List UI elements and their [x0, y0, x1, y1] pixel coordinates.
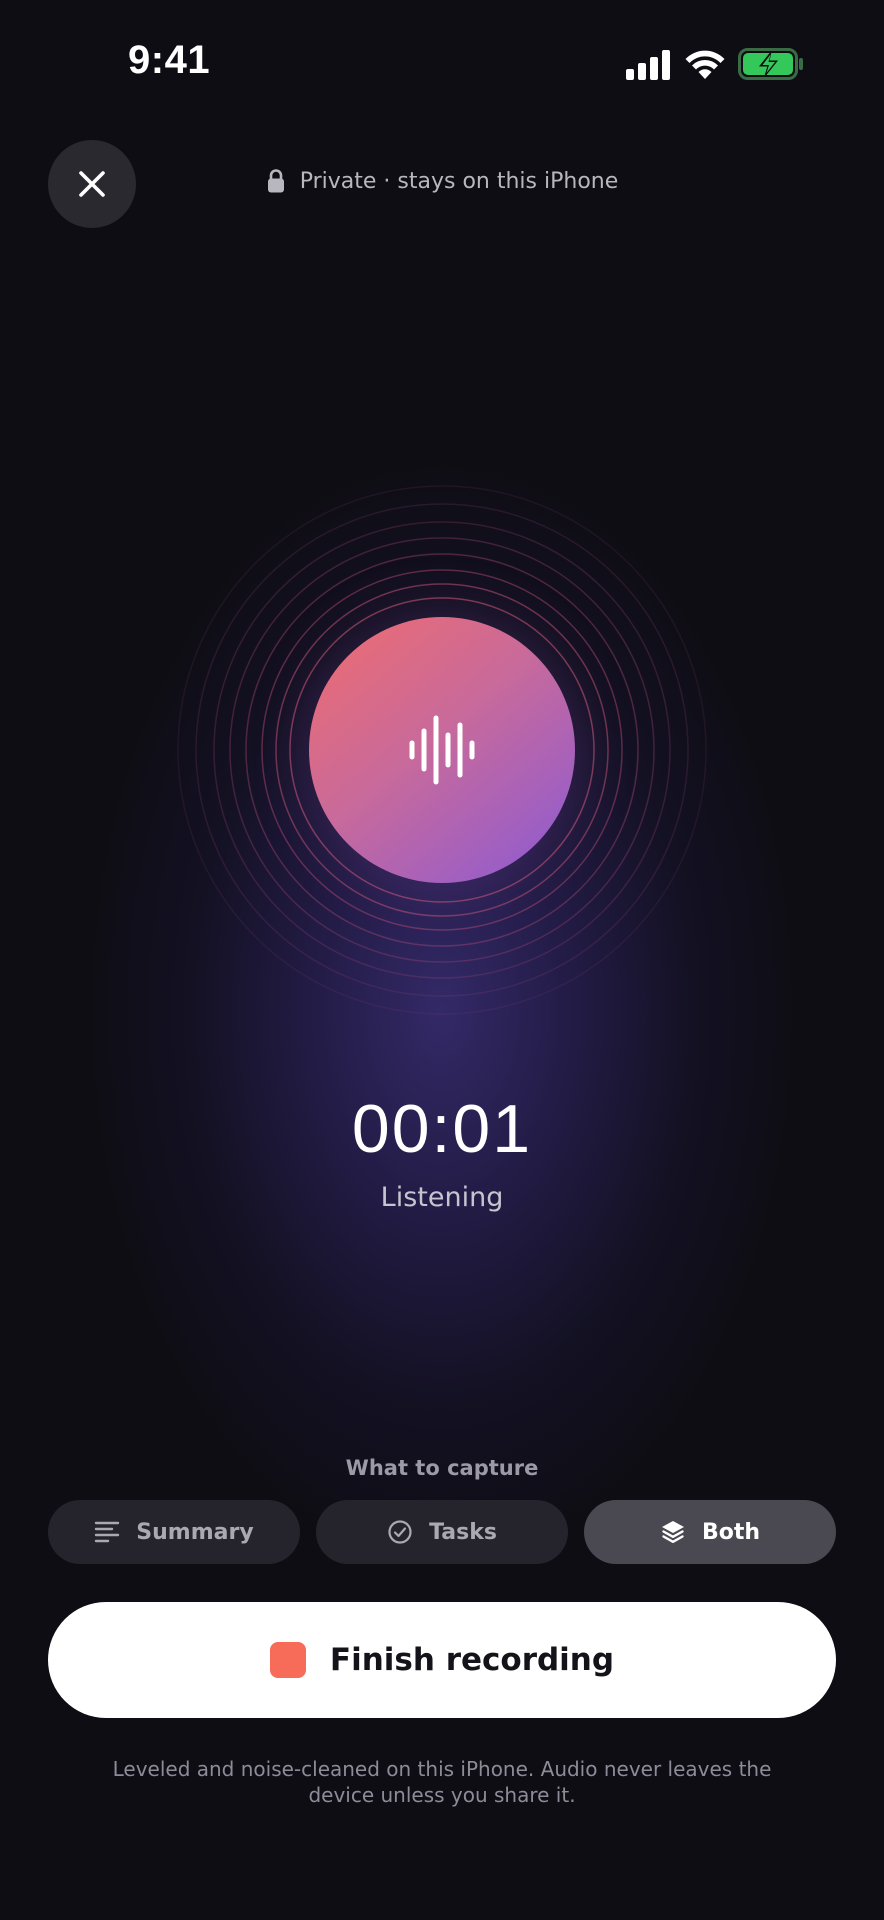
lock-icon	[267, 169, 284, 193]
recording-timer: 00:01	[351, 1091, 533, 1167]
waveform-icon	[409, 715, 475, 785]
capture-option-both[interactable]: Both	[584, 1500, 836, 1564]
check-circle-icon	[388, 1520, 412, 1544]
summary-lines-icon	[95, 1521, 120, 1543]
status-time: 9:41	[128, 38, 211, 82]
capture-label: What to capture	[345, 1456, 539, 1480]
capture-option-summary[interactable]: Summary	[48, 1500, 300, 1564]
privacy-note: Private · stays on this iPhone	[0, 168, 884, 194]
battery-charging-icon	[738, 48, 803, 80]
recording-orb	[309, 617, 575, 883]
signal-icon	[626, 50, 670, 80]
layers-icon	[661, 1521, 684, 1543]
privacy-text: Private · stays on this iPhone	[299, 168, 619, 194]
finish-recording-label: Finish recording	[329, 1642, 615, 1678]
capture-mode-selector: Summary Tasks Both	[48, 1500, 836, 1564]
wifi-icon	[685, 50, 725, 79]
status-bar: 9:41	[0, 0, 884, 130]
recording-screen: 9:41 Private · stays on this iPhone 00:0…	[0, 0, 884, 1920]
capture-option-label: Both	[701, 1519, 761, 1545]
capture-option-label: Tasks	[429, 1519, 497, 1545]
privacy-footnote: Leveled and noise-cleaned on this iPhone…	[112, 1757, 772, 1807]
capture-option-tasks[interactable]: Tasks	[316, 1500, 568, 1564]
recording-status: Listening	[380, 1182, 504, 1213]
stop-square-icon	[269, 1642, 306, 1678]
capture-option-label: Summary	[136, 1519, 254, 1545]
finish-recording-button[interactable]: Finish recording	[48, 1602, 836, 1718]
